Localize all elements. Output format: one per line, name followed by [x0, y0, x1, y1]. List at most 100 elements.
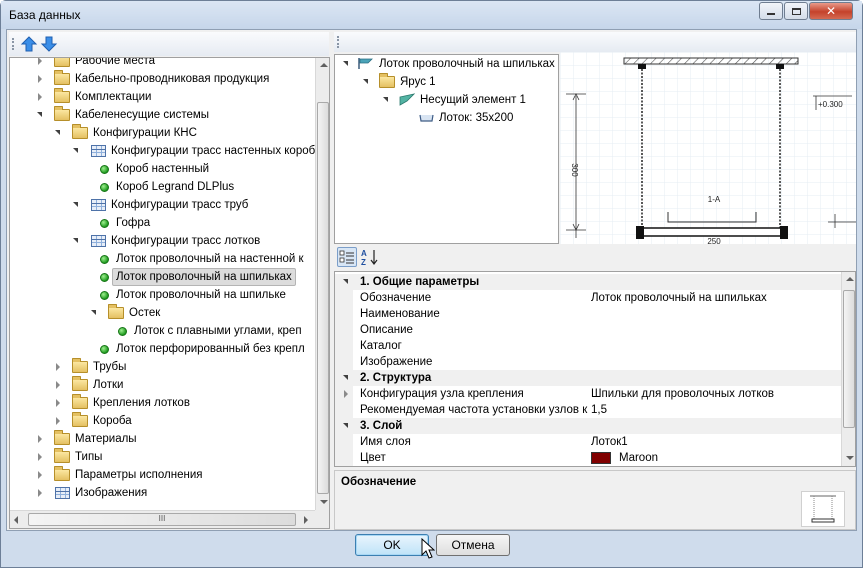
expand-arrow-icon[interactable] [344, 390, 348, 398]
folder-icon [54, 106, 70, 121]
maximize-button[interactable] [784, 2, 808, 20]
folder-icon [54, 430, 70, 445]
categorized-icon [339, 250, 354, 264]
alphabetical-view-button[interactable]: AZ [360, 247, 380, 267]
property-name: Цвет [360, 452, 386, 464]
tree-hscroll-thumb[interactable]: III [28, 513, 296, 526]
categorized-view-button[interactable] [337, 247, 357, 267]
property-row[interactable]: Рекомендуемая частота установки узлов кр… [335, 402, 841, 418]
scroll-down-arrow-icon[interactable] [846, 456, 854, 460]
collapse-arrow-icon[interactable] [73, 238, 78, 243]
move-down-button[interactable] [40, 35, 58, 53]
scroll-left-arrow-icon[interactable] [14, 516, 18, 524]
collapse-arrow-icon[interactable] [343, 423, 348, 428]
expand-arrow-icon[interactable] [38, 58, 42, 65]
tree-item-label: Изображения [75, 487, 148, 499]
property-vertical-scrollbar[interactable] [841, 272, 855, 466]
expand-arrow-icon[interactable] [38, 453, 42, 461]
property-name: Описание [360, 324, 413, 336]
expand-arrow-icon[interactable] [38, 93, 42, 101]
expand-arrow-icon[interactable] [56, 399, 60, 407]
scroll-up-arrow-icon[interactable] [846, 277, 854, 281]
collapse-arrow-icon[interactable] [73, 148, 78, 153]
arrow-down-icon [40, 36, 58, 52]
maximize-icon [791, 7, 801, 15]
minimize-button[interactable] [759, 2, 783, 20]
collapse-arrow-icon[interactable] [91, 310, 96, 315]
expand-arrow-icon[interactable] [38, 471, 42, 479]
window-title: База данных [9, 8, 81, 22]
property-value[interactable]: Лоток1 [591, 434, 628, 450]
tree-item-label: Параметры исполнения [75, 469, 203, 481]
property-row[interactable]: Наименование [335, 306, 841, 322]
mounting-drawing: 300 +0.300 1-A 250 [560, 52, 856, 244]
collapse-arrow-icon[interactable] [343, 375, 348, 380]
scroll-right-arrow-icon[interactable] [304, 516, 308, 524]
close-button[interactable]: ✕ [809, 2, 853, 20]
scroll-down-arrow-icon[interactable] [320, 500, 328, 504]
property-category[interactable]: 1. Общие параметры [335, 274, 841, 290]
property-value[interactable]: Лоток проволочный на шпильках [591, 290, 767, 306]
table-icon [91, 145, 106, 157]
green-status-icon [100, 291, 109, 300]
property-category-label: 3. Слой [360, 420, 403, 432]
ok-button[interactable]: OK [355, 534, 429, 556]
svg-text:A: A [361, 249, 367, 258]
collapse-arrow-icon[interactable] [73, 202, 78, 207]
collapse-arrow-icon[interactable] [363, 79, 368, 84]
property-row[interactable]: Обозначение Лоток проволочный на шпильках [335, 290, 841, 306]
property-category[interactable]: 2. Структура [335, 370, 841, 386]
collapse-arrow-icon[interactable] [343, 279, 348, 284]
tree-vscroll-thumb[interactable] [317, 102, 329, 494]
tree-item-label: Лотки [93, 379, 124, 391]
cancel-button[interactable]: Отмена [436, 534, 510, 556]
property-grid: 1. Общие параметры Обозначение Лоток прово… [334, 271, 856, 467]
property-row[interactable]: Описание [335, 322, 841, 338]
property-row[interactable]: Цвет Maroon [335, 450, 841, 466]
property-category-label: 1. Общие параметры [360, 276, 480, 288]
expand-arrow-icon[interactable] [56, 363, 60, 371]
property-value[interactable]: Maroon [619, 450, 658, 466]
tray-icon [419, 114, 434, 122]
property-toolbar: AZ [334, 245, 856, 270]
tree-item-label: Трубы [93, 361, 127, 373]
collapse-arrow-icon[interactable] [383, 97, 388, 102]
property-name: Рекомендуемая частота установки узлов кр [360, 404, 588, 416]
expand-arrow-icon[interactable] [38, 435, 42, 443]
property-vscroll-thumb[interactable] [843, 290, 855, 428]
scroll-up-arrow-icon[interactable] [320, 63, 328, 67]
tree-vertical-scrollbar[interactable] [315, 58, 329, 510]
tree-horizontal-scrollbar[interactable]: III [10, 510, 315, 528]
expand-arrow-icon[interactable] [56, 417, 60, 425]
folder-icon [54, 70, 70, 85]
collapse-arrow-icon[interactable] [37, 112, 42, 117]
table-icon [91, 235, 106, 247]
property-category[interactable]: 3. Слой [335, 418, 841, 434]
property-value[interactable]: Шпильки для проволочных лотков [591, 386, 774, 402]
folder-icon [54, 58, 70, 67]
tree-item-label: Рабочие места [75, 58, 156, 67]
collapse-arrow-icon[interactable] [55, 130, 60, 135]
property-row[interactable]: Изображение [335, 354, 841, 370]
dialog-body: Рабочие места Кабельно-проводниковая прод… [6, 29, 857, 531]
expand-arrow-icon[interactable] [56, 381, 60, 389]
move-up-button[interactable] [20, 35, 38, 53]
property-name: Конфигурация узла крепления [360, 388, 524, 400]
width-dimension-label: 250 [707, 237, 721, 244]
title-bar: База данных ✕ [1, 1, 862, 29]
description-panel: Обозначение [334, 470, 856, 530]
property-row[interactable]: Имя слоя Лоток1 [335, 434, 841, 450]
property-row[interactable]: Каталог [335, 338, 841, 354]
green-status-icon [118, 327, 127, 336]
property-row[interactable]: Конфигурация узла крепления Шпильки для п… [335, 386, 841, 402]
property-value[interactable]: 1,5 [591, 402, 607, 418]
description-thumbnail [801, 491, 845, 527]
collapse-arrow-icon[interactable] [343, 61, 348, 66]
structure-item-label: Ярус 1 [400, 76, 436, 88]
tree-item-label: Гофра [116, 217, 151, 229]
carrier-element-icon [399, 93, 415, 106]
expand-arrow-icon[interactable] [38, 489, 42, 497]
expand-arrow-icon[interactable] [38, 75, 42, 83]
structure-item-label: Несущий элемент 1 [420, 94, 526, 106]
preview-toolbar [334, 32, 856, 52]
